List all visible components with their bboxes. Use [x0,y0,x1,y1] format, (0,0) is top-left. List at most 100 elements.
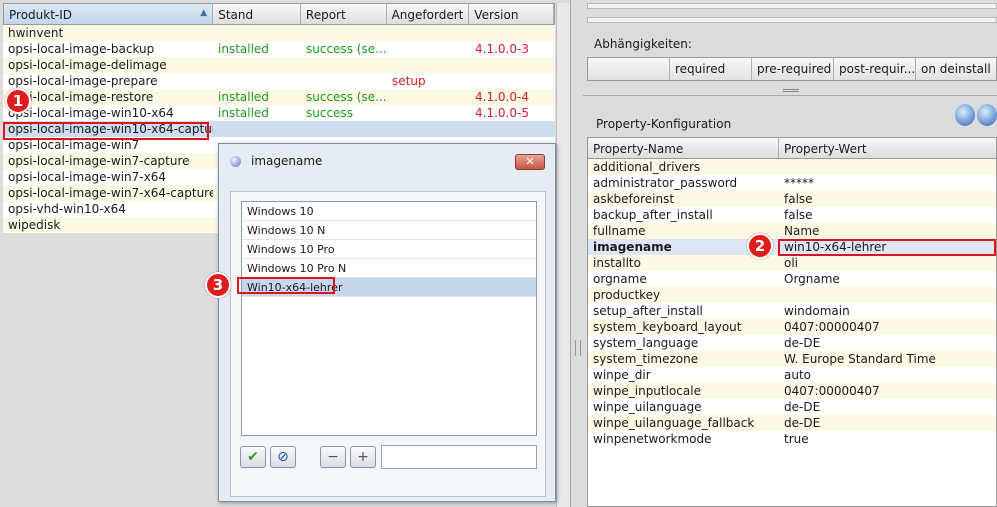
property-value[interactable]: oli [779,255,996,271]
confirm-check-button[interactable]: ✔ [240,446,266,468]
property-row[interactable]: system_keyboard_layout 0407:00000407 [588,319,996,335]
property-value[interactable] [779,159,996,175]
product-cell-id: opsi-local-image-delimage [8,58,167,72]
close-button[interactable]: ✕ [515,154,545,170]
callout-highlight-product [3,122,209,140]
property-value[interactable]: windomain [779,303,996,319]
option-list-item[interactable]: Windows 10 [242,202,536,221]
imagename-dialog: imagename ✕ Windows 10 Windows 10 N Window… [218,143,556,502]
property-row[interactable]: additional_drivers [588,159,996,175]
property-value[interactable]: W. Europe Standard Time [779,351,996,367]
dep-column-on-deinstall[interactable]: on deinstall [916,58,996,80]
product-cell-stand [213,57,301,73]
property-value[interactable]: true [779,431,996,447]
product-cell-stand: installed [218,90,269,104]
property-row[interactable]: system_language de-DE [588,335,996,351]
dep-column-post-required[interactable]: post-requir... [834,58,916,80]
dep-column-product[interactable] [588,58,670,80]
property-value[interactable]: de-DE [779,399,996,415]
reset-properties-icon[interactable] [977,104,997,126]
product-cell-stand [213,121,301,137]
property-row[interactable]: system_timezone W. Europe Standard Time [588,351,996,367]
collapsed-section-bar[interactable] [587,17,997,23]
property-value[interactable]: 0407:00000407 [779,383,996,399]
product-cell-report: success [306,106,353,120]
new-value-input[interactable] [381,445,537,469]
property-name: winpenetworkmode [593,432,712,446]
sort-ascending-icon: ▲ [200,8,208,18]
property-value[interactable]: Orgname [779,271,996,287]
property-row[interactable]: fullname Name [588,223,996,239]
product-cell-id: opsi-local-image-win7-x64 [8,170,166,184]
property-value[interactable]: 0407:00000407 [779,319,996,335]
product-cell-requested [387,41,470,57]
product-cell-version [470,25,555,41]
product-row[interactable]: opsi-local-image-prepare setup [3,73,555,89]
product-cell-id: opsi-local-image-prepare [8,74,158,88]
property-value[interactable]: false [779,207,996,223]
property-table-header: Property-Name Property-Wert [588,138,996,159]
property-row[interactable]: winpe_dir auto [588,367,996,383]
property-value[interactable]: de-DE [779,335,996,351]
column-header-report[interactable]: Report [301,4,387,24]
option-list-item[interactable]: Windows 10 N [242,221,536,240]
property-row[interactable]: backup_after_install false [588,207,996,223]
dialog-titlebar[interactable]: imagename ✕ [219,144,555,178]
add-item-button[interactable]: + [350,446,376,468]
property-row[interactable]: installto oli [588,255,996,271]
product-row[interactable]: opsi-local-image-restore installed success… [3,89,555,105]
product-row[interactable]: opsi-local-image-backup installed success … [3,41,555,57]
splitter-grip[interactable] [783,89,799,92]
property-row[interactable]: winpe_uilanguage de-DE [588,399,996,415]
remove-item-button[interactable]: − [320,446,346,468]
property-name: additional_drivers [593,160,701,174]
property-name: productkey [593,288,661,302]
property-value[interactable]: false [779,191,996,207]
column-header-property-name[interactable]: Property-Name [588,138,779,158]
product-row[interactable]: opsi-local-image-win10-x64 installed succe… [3,105,555,121]
product-cell-requested [387,121,470,137]
product-cell-report [301,121,387,137]
cancel-button[interactable]: ⊘ [270,446,296,468]
option-list-item[interactable]: Windows 10 Pro [242,240,536,259]
column-header-product-id[interactable]: Produkt-ID ▲ [4,4,214,24]
callout-highlight-imagename-value [778,239,996,256]
property-row[interactable]: administrator_password ***** [588,175,996,191]
product-cell-id: opsi-local-image-backup [8,42,155,56]
property-name: administrator_password [593,176,738,190]
product-row[interactable]: hwinvent [3,25,555,41]
property-config-label: Property-Konfiguration [596,117,732,131]
product-cell-requested [387,57,470,73]
property-row[interactable]: productkey [588,287,996,303]
property-row[interactable]: askbeforeinst false [588,191,996,207]
vertical-scrollbar[interactable] [556,3,570,507]
product-row[interactable]: opsi-local-image-delimage [3,57,555,73]
option-list-item[interactable]: Windows 10 Pro N [242,259,536,278]
property-row[interactable]: winpenetworkmode true [588,431,996,447]
property-value[interactable]: Name [779,223,996,239]
column-header-requested[interactable]: Angefordert [387,4,470,24]
column-header-stand[interactable]: Stand [213,4,301,24]
property-value[interactable]: de-DE [779,415,996,431]
product-cell-stand: installed [218,106,269,120]
product-cell-id: opsi-local-image-win7-capture [8,154,190,168]
callout-badge-1: 1 [5,88,31,114]
collapsed-section-bar[interactable] [587,3,997,9]
property-row[interactable]: winpe_uilanguage_fallback de-DE [588,415,996,431]
edit-properties-icon[interactable] [955,104,975,126]
product-cell-version: 4.1.0.0-4 [475,90,529,104]
property-value[interactable] [779,287,996,303]
property-value[interactable]: auto [779,367,996,383]
split-pane-handle[interactable] [575,340,581,356]
dep-column-required[interactable]: required [670,58,752,80]
java-app-icon [230,156,241,167]
product-cell-version [470,121,555,137]
column-header-version[interactable]: Version [469,4,554,24]
property-value[interactable]: ***** [779,175,996,191]
dep-column-pre-required[interactable]: pre-required [752,58,834,80]
property-row[interactable]: orgname Orgname [588,271,996,287]
property-row[interactable]: setup_after_install windomain [588,303,996,319]
property-name: winpe_inputlocale [593,384,701,398]
property-row[interactable]: winpe_inputlocale 0407:00000407 [588,383,996,399]
column-header-property-value[interactable]: Property-Wert [779,138,996,158]
